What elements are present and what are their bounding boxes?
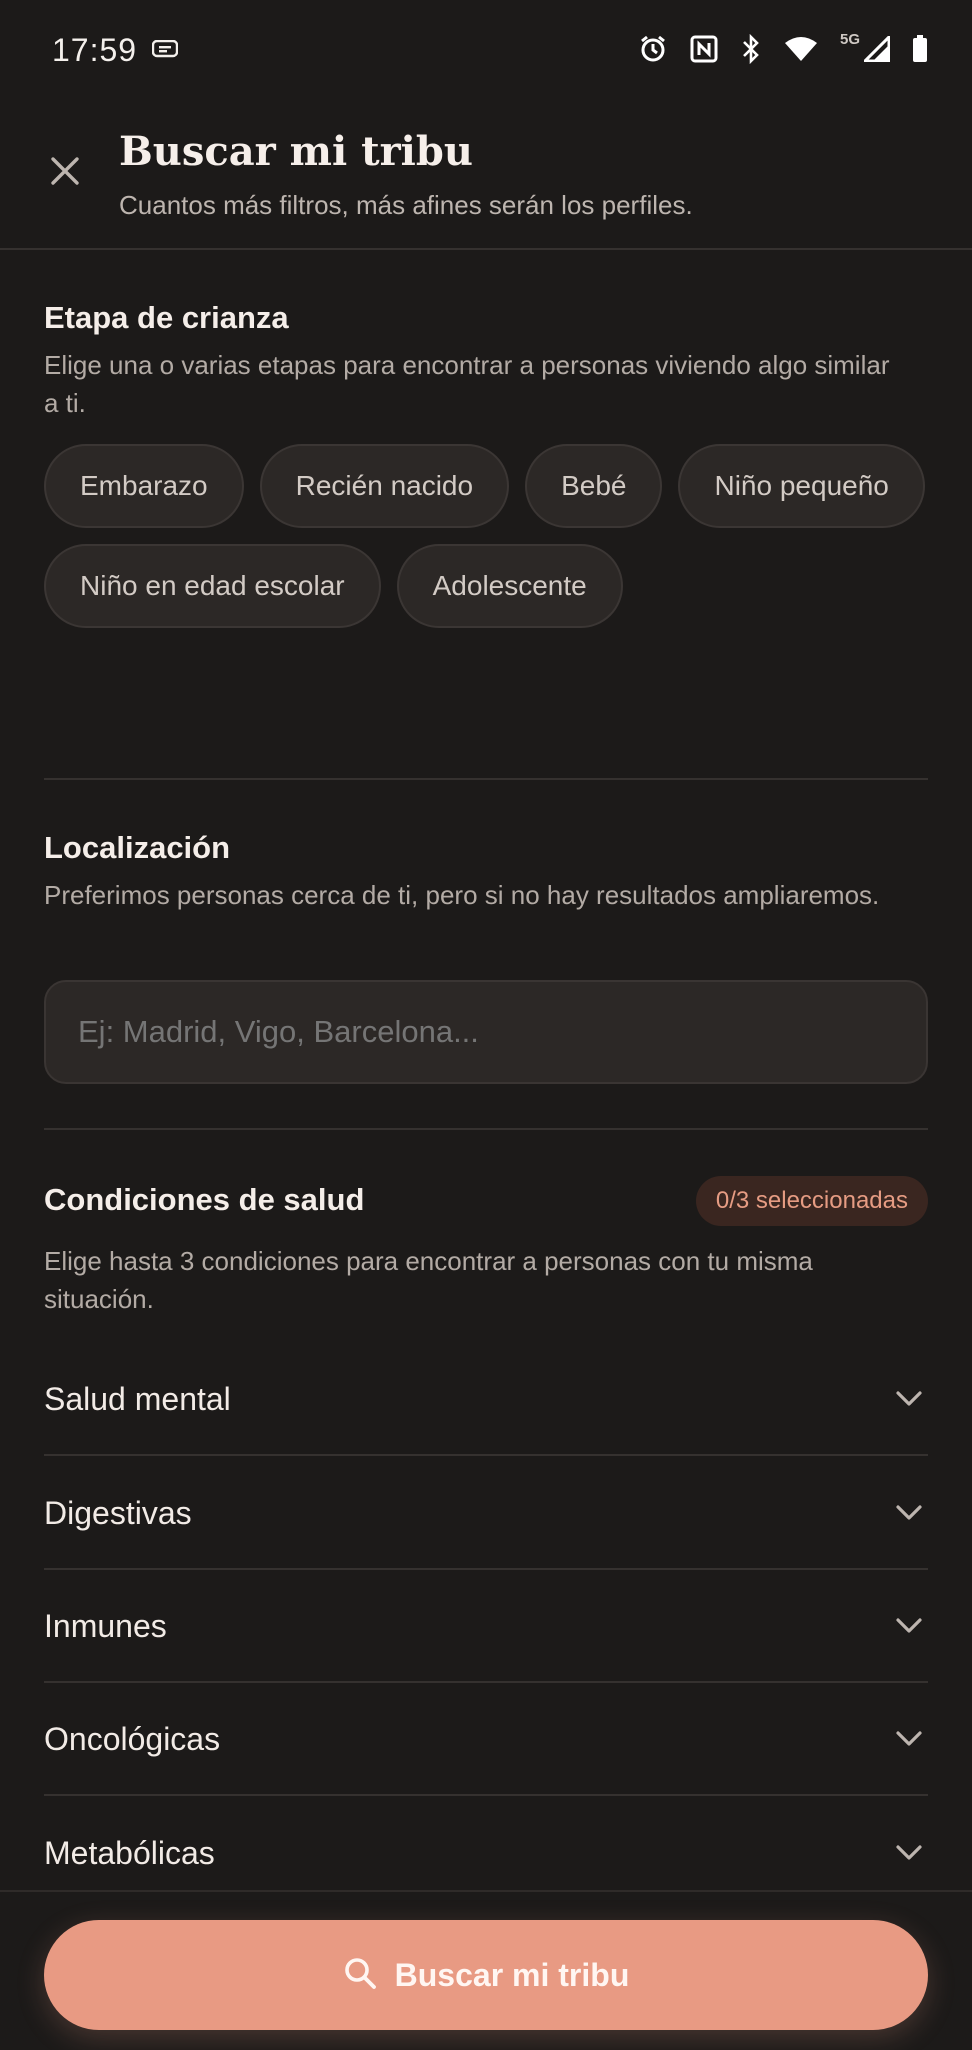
search-tribe-button[interactable]: Buscar mi tribu — [44, 1920, 928, 2030]
status-bar: 17:59 5G — [0, 0, 972, 104]
close-button[interactable] — [40, 148, 90, 198]
chip-recien-nacido[interactable]: Recién nacido — [259, 444, 510, 528]
accordion-label: Digestivas — [44, 1494, 192, 1531]
bluetooth-icon — [740, 34, 762, 64]
stage-section-description: Elige una o varias etapas para encontrar… — [44, 350, 890, 418]
wifi-icon — [784, 36, 818, 62]
status-icons: 5G — [638, 30, 928, 64]
battery-icon — [912, 35, 928, 63]
alarm-icon — [638, 34, 668, 64]
location-section-description: Preferimos personas cerca de ti, pero si… — [44, 880, 880, 910]
page-title: Buscar mi tribu — [119, 128, 473, 175]
section-divider — [44, 778, 928, 780]
chevron-down-icon — [894, 1838, 924, 1868]
signal-icon — [864, 36, 890, 62]
location-section-title: Localización — [44, 830, 231, 865]
chip-bebe[interactable]: Bebé — [525, 444, 663, 528]
selection-count-badge: 0/3 seleccionadas — [695, 1176, 928, 1226]
stage-section-title: Etapa de crianza — [44, 300, 289, 335]
accordion-label: Metabólicas — [44, 1834, 215, 1871]
accordion-label: Salud mental — [44, 1380, 231, 1417]
chip-adolescente[interactable]: Adolescente — [396, 544, 623, 628]
chip-nino-pequeno[interactable]: Niño pequeño — [678, 444, 925, 528]
accordion-label: Inmunes — [44, 1607, 167, 1644]
stage-chip-group: Embarazo Recién nacido Bebé Niño pequeño… — [44, 444, 944, 628]
chevron-down-icon — [894, 1384, 924, 1414]
accordion-label: Oncológicas — [44, 1720, 221, 1757]
section-divider — [44, 1128, 928, 1130]
accordion-salud-mental[interactable]: Salud mental — [44, 1344, 928, 1456]
chip-embarazo[interactable]: Embarazo — [44, 444, 244, 528]
network-type: 5G — [839, 30, 860, 48]
chevron-down-icon — [894, 1611, 924, 1641]
bottom-action-bar: Buscar mi tribu — [0, 1890, 972, 2050]
accordion-oncologicas[interactable]: Oncológicas — [44, 1684, 928, 1796]
health-section-title: Condiciones de salud — [44, 1182, 365, 1217]
health-section-description: Elige hasta 3 condiciones para encontrar… — [44, 1246, 813, 1314]
location-input[interactable] — [44, 980, 928, 1084]
top-app-bar: Buscar mi tribu Cuantos más filtros, más… — [0, 104, 972, 250]
chevron-down-icon — [894, 1724, 924, 1754]
accordion-inmunes[interactable]: Inmunes — [44, 1571, 928, 1683]
status-time: 17:59 — [52, 32, 138, 68]
accordion-digestivas[interactable]: Digestivas — [44, 1458, 928, 1570]
page-subtitle: Cuantos más filtros, más afines serán lo… — [119, 190, 693, 220]
message-notification-icon — [151, 39, 179, 60]
search-icon — [343, 1956, 377, 1995]
search-tribe-button-label: Buscar mi tribu — [394, 1956, 630, 1993]
chevron-down-icon — [894, 1498, 924, 1528]
close-icon — [50, 156, 80, 191]
nfc-icon — [690, 35, 718, 63]
chip-nino-edad-escolar[interactable]: Niño en edad escolar — [44, 544, 381, 628]
